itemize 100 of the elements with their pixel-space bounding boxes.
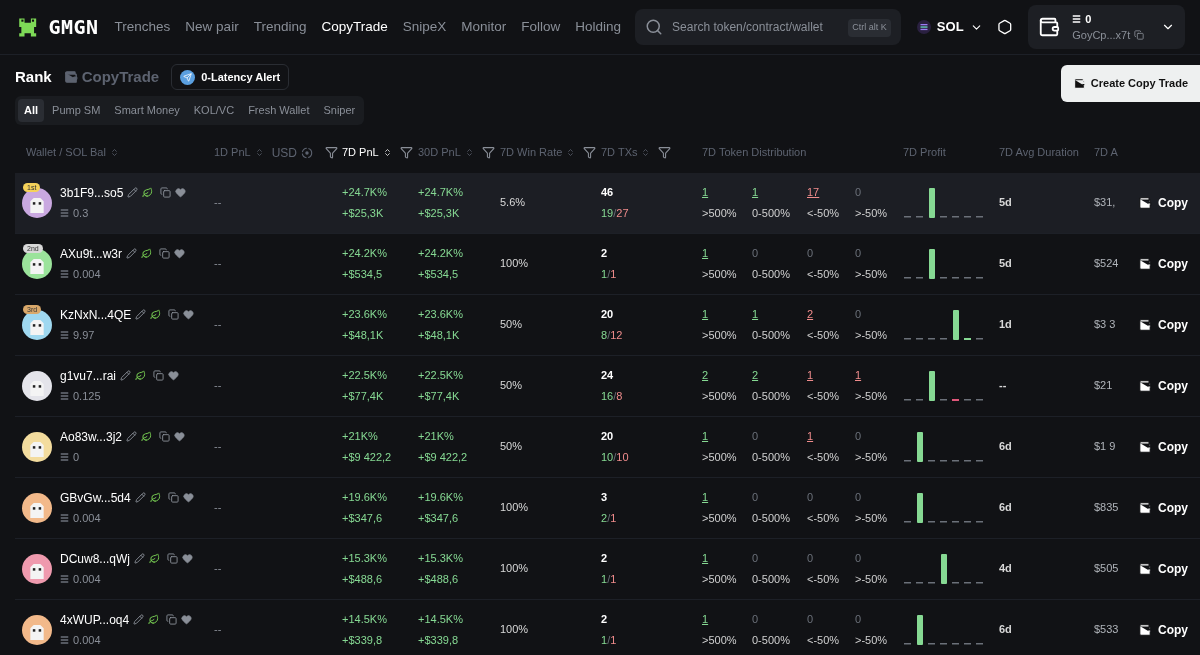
nav-link[interactable]: Holding	[575, 16, 622, 38]
distribution-count[interactable]: 1	[702, 611, 752, 628]
currency-toggle-icon[interactable]	[301, 146, 313, 159]
copy-icon[interactable]	[167, 492, 179, 504]
filter-icon[interactable]	[325, 146, 338, 159]
distribution-count[interactable]: 1	[752, 306, 807, 323]
wallet-address[interactable]: KzNxN...4QE	[60, 305, 132, 324]
nav-link[interactable]: Monitor	[461, 16, 507, 38]
edit-icon[interactable]	[127, 187, 139, 199]
edit-icon[interactable]	[135, 309, 147, 321]
filter-tab[interactable]: Fresh Wallet	[242, 99, 316, 122]
sol-icon	[60, 392, 69, 400]
create-copy-trade-button[interactable]: Create Copy Trade	[1060, 65, 1200, 102]
copy-button[interactable]: Copy	[1130, 498, 1200, 517]
wallet-address[interactable]: DCuw8...qWj	[60, 549, 130, 568]
distribution-count[interactable]: 17	[807, 184, 855, 201]
copy-button[interactable]: Copy	[1130, 193, 1200, 212]
copy-button[interactable]: Copy	[1130, 315, 1200, 334]
copy-icon[interactable]	[153, 370, 165, 382]
heart-icon[interactable]	[168, 370, 180, 382]
win-count: 10	[601, 449, 614, 465]
settings-icon[interactable]	[996, 19, 1013, 35]
distribution-count[interactable]: 2	[752, 367, 807, 384]
alert-button[interactable]: 0-Latency Alert	[171, 64, 290, 90]
copy-icon[interactable]	[1134, 30, 1145, 41]
edit-icon[interactable]	[134, 492, 146, 504]
distribution-count[interactable]: 2	[702, 367, 752, 384]
sol-icon	[60, 575, 69, 583]
distribution-range: >500%	[702, 632, 738, 648]
filter-tab[interactable]: Pump SM	[46, 99, 107, 122]
copy-button[interactable]: Copy	[1130, 254, 1200, 273]
nav-link[interactable]: Trenches	[114, 16, 171, 38]
distribution-count[interactable]: 1	[702, 306, 752, 323]
wallet-address[interactable]: GBvGw...5d4	[60, 488, 131, 507]
copy-icon[interactable]	[160, 187, 172, 199]
copy-icon[interactable]	[166, 614, 178, 626]
copy-icon[interactable]	[159, 431, 171, 443]
pnl-1d: --	[213, 500, 223, 516]
distribution-count[interactable]: 1	[702, 184, 752, 201]
distribution-count[interactable]: 1	[702, 489, 752, 506]
filter-tab[interactable]: All	[18, 99, 45, 122]
nav-link[interactable]: CopyTrade	[321, 16, 388, 38]
chain-selector[interactable]: SOL	[916, 17, 983, 37]
edit-icon[interactable]	[133, 614, 145, 626]
nav-link[interactable]: SnipeX	[402, 16, 447, 38]
wallet-address[interactable]: Ao83w...3j2	[60, 427, 123, 446]
nav-link[interactable]: Trending	[253, 16, 307, 38]
edit-icon[interactable]	[126, 431, 138, 443]
distribution-count[interactable]: 1	[807, 428, 855, 445]
distribution-count[interactable]: 1	[702, 245, 752, 262]
nav-link[interactable]: Follow	[521, 16, 561, 38]
heart-icon[interactable]	[183, 309, 195, 321]
distribution-range: >-50%	[855, 449, 889, 465]
edit-icon[interactable]	[120, 370, 132, 382]
heart-icon[interactable]	[182, 553, 193, 565]
filter-icon[interactable]	[658, 146, 672, 159]
heart-icon[interactable]	[175, 187, 187, 199]
tx-count: 20	[601, 429, 615, 444]
heart-icon[interactable]	[182, 492, 194, 504]
distribution-count: 0	[752, 551, 760, 566]
wallet-balance: 0	[1085, 11, 1092, 27]
filter-tab[interactable]: KOL/VC	[187, 99, 241, 122]
copy-icon[interactable]	[168, 309, 180, 321]
copy-icon[interactable]	[167, 553, 178, 565]
column-header[interactable]: 7D PnL	[342, 144, 379, 161]
wallet-address[interactable]: 3b1F9...so5	[60, 183, 124, 202]
wallet-card[interactable]: 0 GoyCp...x7t	[1028, 5, 1185, 49]
edit-icon[interactable]	[126, 248, 138, 260]
distribution-count[interactable]: 1	[855, 367, 903, 384]
copy-button[interactable]: Copy	[1130, 620, 1200, 639]
copy-button[interactable]: Copy	[1130, 376, 1200, 395]
wallet-address[interactable]: g1vu7...rai	[60, 366, 117, 385]
pnl-value: +23.6K%	[342, 307, 388, 322]
copy-button[interactable]: Copy	[1130, 559, 1200, 578]
edit-icon[interactable]	[134, 553, 145, 565]
copy-button[interactable]: Copy	[1130, 437, 1200, 456]
heart-icon[interactable]	[181, 614, 193, 626]
distribution-count[interactable]: 1	[752, 184, 807, 201]
filter-tab[interactable]: Smart Money	[108, 99, 186, 122]
logo-text[interactable]: GMGN	[48, 12, 99, 42]
distribution-count[interactable]: 1	[702, 550, 752, 567]
pnl-value: +23.6K%	[418, 307, 464, 322]
distribution-count[interactable]: 1	[702, 428, 752, 445]
filter-icon[interactable]	[481, 146, 495, 159]
tx-count: 2	[601, 612, 609, 627]
distribution-count: 0	[855, 246, 863, 261]
distribution-count[interactable]: 1	[807, 367, 855, 384]
column-header: 7D Token Distribution	[702, 145, 807, 161]
loss-count: 1	[610, 266, 617, 282]
filter-icon[interactable]	[583, 146, 597, 159]
sort-icon[interactable]	[382, 148, 392, 157]
copy-icon[interactable]	[159, 248, 171, 260]
wallet-address[interactable]: 4xWUP...oq4	[60, 610, 130, 629]
wallet-address[interactable]: AXu9t...w3r	[60, 244, 123, 263]
distribution-count[interactable]: 2	[807, 306, 855, 323]
filter-icon[interactable]	[399, 146, 413, 159]
nav-link[interactable]: New pair	[185, 16, 239, 38]
heart-icon[interactable]	[174, 431, 186, 443]
heart-icon[interactable]	[174, 248, 186, 260]
filter-tab[interactable]: Sniper	[317, 99, 362, 122]
